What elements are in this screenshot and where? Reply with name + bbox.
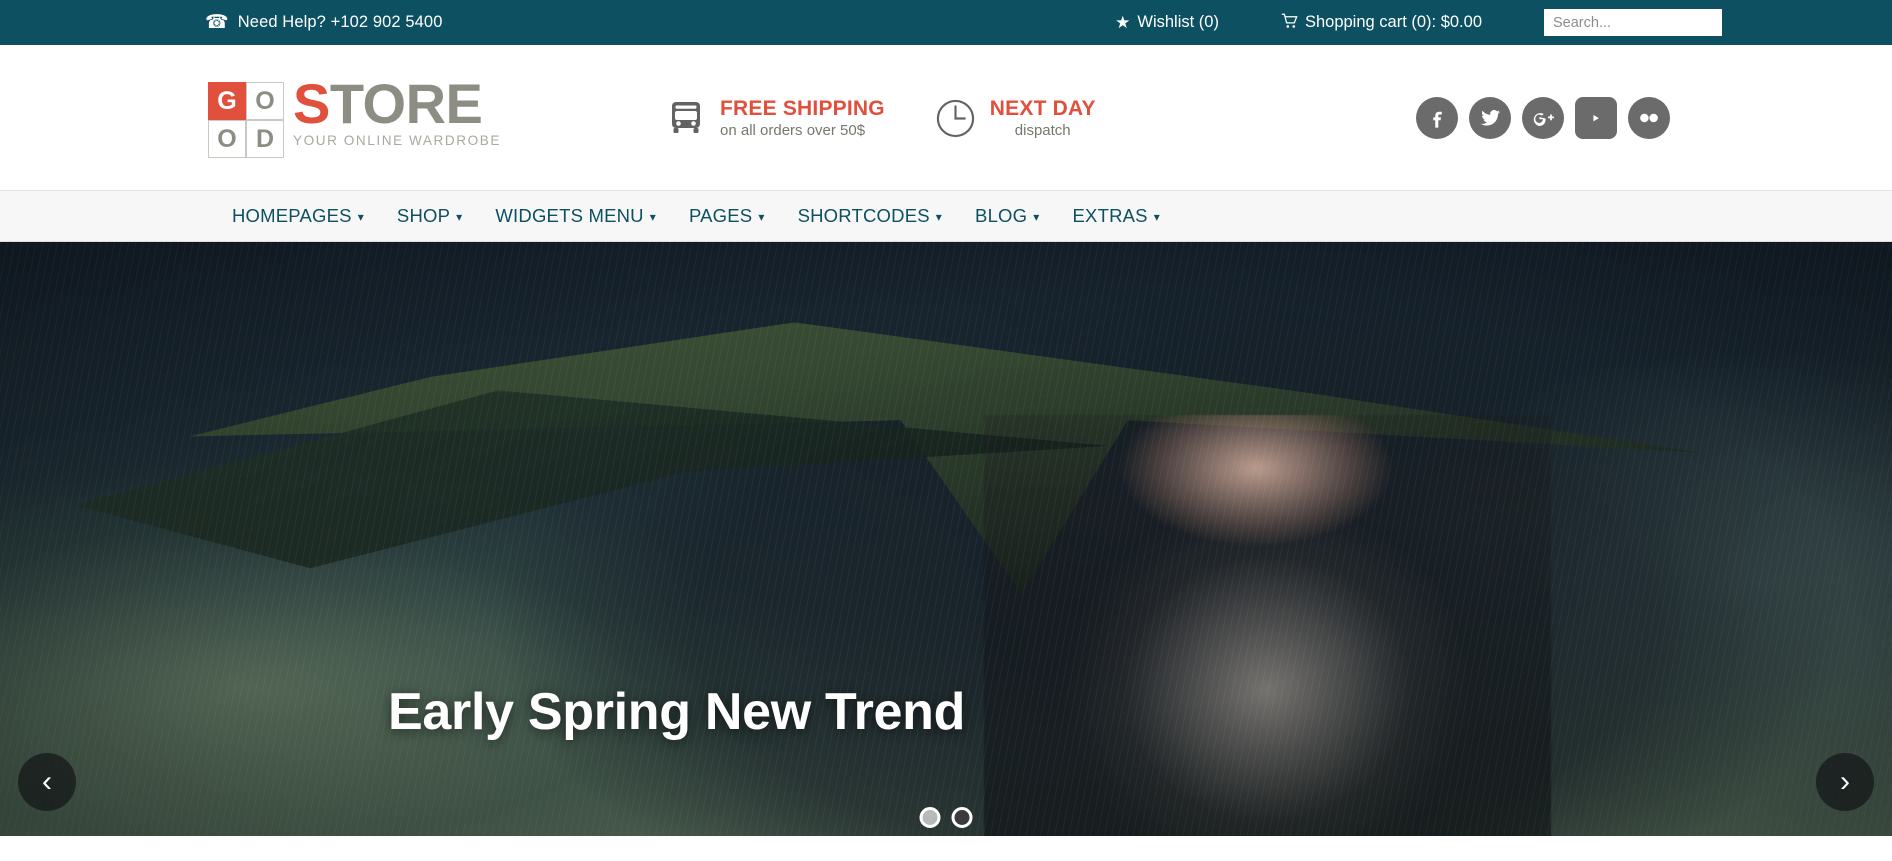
promo-free-shipping: FREE SHIPPING on all orders over 50$	[666, 97, 885, 139]
hero-bottom-strip	[0, 836, 1892, 860]
nav-item-shop[interactable]: SHOP ▾	[397, 205, 462, 227]
social-links	[1416, 96, 1670, 139]
nav-item-pages-label: PAGES	[688, 205, 753, 226]
logo-cell-d: D	[246, 120, 284, 158]
nav-item-blog-label: BLOG	[975, 205, 1028, 226]
phone-icon: ☎	[205, 12, 229, 33]
hero-next-button[interactable]: ›	[1816, 753, 1874, 811]
chevron-down-icon: ▾	[357, 210, 364, 224]
top-bar-inner: ☎ Need Help? +102 902 5400 ★ Wishlist (0…	[0, 9, 1892, 36]
nav-item-shortcodes[interactable]: SHORTCODES ▾	[798, 205, 942, 227]
hero-slide-image	[0, 242, 1892, 860]
hero-slider: Early Spring New Trend ‹ ›	[0, 242, 1892, 860]
chevron-down-icon: ▾	[758, 210, 765, 224]
hero-pagination	[919, 807, 973, 828]
shopping-cart-label: Shopping cart (0): $0.00	[1304, 13, 1482, 31]
help-phone: ☎ Need Help? +102 902 5400	[205, 13, 442, 32]
truck-icon	[666, 99, 706, 137]
flickr-link[interactable]	[1628, 96, 1670, 139]
logo-tagline: YOUR ONLINE WARDROBE	[293, 132, 501, 148]
youtube-icon	[1593, 114, 1599, 121]
nav-item-shortcodes-label: SHORTCODES	[797, 205, 930, 226]
nav-item-blog[interactable]: BLOG ▾	[975, 205, 1039, 227]
google-plus-icon	[1533, 112, 1554, 126]
nav-item-shop-label: SHOP	[396, 205, 451, 226]
logo-cell-o1: O	[246, 82, 284, 120]
nav-item-widgets-menu[interactable]: WIDGETS MENU ▾	[495, 205, 656, 227]
promo-free-shipping-title: FREE SHIPPING	[720, 97, 885, 121]
wishlist-label: Wishlist (0)	[1137, 13, 1219, 31]
promo-next-day-title: NEXT DAY	[989, 97, 1096, 121]
hero-bg-vignette	[0, 242, 1892, 860]
top-bar-right: ★ Wishlist (0) Shopping cart (0): $0.00	[1115, 9, 1755, 36]
twitter-icon	[1480, 110, 1500, 126]
promo-next-day-subtitle: dispatch	[1014, 122, 1071, 140]
nav-item-pages[interactable]: PAGES ▾	[689, 205, 765, 227]
search-input[interactable]	[1553, 14, 1740, 31]
chevron-down-icon: ▾	[1033, 210, 1040, 224]
chevron-down-icon: ▾	[1153, 210, 1160, 224]
shopping-cart-icon	[1281, 13, 1298, 32]
facebook-icon	[1433, 111, 1442, 128]
flickr-icon	[1640, 113, 1658, 122]
logo-word: STORE	[293, 76, 501, 132]
chevron-left-icon: ‹	[42, 765, 52, 798]
main-navigation-list: HOMEPAGES ▾ SHOP ▾ WIDGETS MENU ▾ PAGES …	[232, 205, 1193, 227]
promo-free-shipping-text: FREE SHIPPING on all orders over 50$	[720, 97, 885, 139]
logo-cell-o2: O	[208, 120, 246, 158]
hero-dot-1[interactable]	[919, 807, 941, 828]
hero-dot-2[interactable]	[951, 807, 973, 828]
help-phone-label: Need Help? +102 902 5400	[237, 13, 443, 31]
wishlist-link[interactable]: ★ Wishlist (0)	[1115, 13, 1219, 32]
nav-item-extras-label: EXTRAS	[1072, 205, 1148, 226]
facebook-link[interactable]	[1416, 96, 1458, 139]
nav-item-widgets-menu-label: WIDGETS MENU	[495, 205, 644, 226]
promo-next-day: NEXT DAY dispatch	[935, 97, 1096, 139]
hero-prev-button[interactable]: ‹	[18, 753, 76, 811]
star-icon: ★	[1115, 13, 1131, 32]
nav-item-homepages-label: HOMEPAGES	[232, 205, 352, 226]
chevron-right-icon: ›	[1840, 765, 1850, 798]
logo-letter-grid: G O O D	[208, 82, 284, 158]
hero-caption: Early Spring New Trend	[388, 683, 966, 741]
logo-wordmark: STORE YOUR ONLINE WARDROBE	[293, 76, 501, 148]
search-button[interactable]	[1740, 15, 1755, 30]
site-header: G O O D STORE YOUR ONLINE WARDROBE FREE …	[0, 45, 1892, 190]
chevron-down-icon: ▾	[456, 210, 463, 224]
twitter-link[interactable]	[1469, 96, 1511, 139]
logo-word-rest: TORE	[329, 72, 483, 135]
header-promos: FREE SHIPPING on all orders over 50$ NEX…	[666, 97, 1096, 139]
google-plus-link[interactable]	[1522, 96, 1564, 139]
main-navigation: HOMEPAGES ▾ SHOP ▾ WIDGETS MENU ▾ PAGES …	[0, 190, 1892, 242]
nav-item-homepages[interactable]: HOMEPAGES ▾	[232, 205, 364, 227]
shopping-cart-link[interactable]: Shopping cart (0): $0.00	[1281, 13, 1482, 32]
clock-icon	[935, 98, 976, 139]
logo-word-first: S	[293, 72, 330, 135]
nav-item-extras[interactable]: EXTRAS ▾	[1072, 205, 1159, 227]
site-logo[interactable]: G O O D STORE YOUR ONLINE WARDROBE	[208, 76, 501, 158]
logo-cell-g: G	[208, 82, 246, 120]
chevron-down-icon: ▾	[649, 210, 656, 224]
top-bar: ☎ Need Help? +102 902 5400 ★ Wishlist (0…	[0, 0, 1892, 45]
promo-free-shipping-subtitle: on all orders over 50$	[720, 122, 866, 140]
search-icon	[1741, 16, 1755, 30]
search-box[interactable]	[1544, 9, 1755, 36]
promo-next-day-text: NEXT DAY dispatch	[990, 97, 1096, 139]
youtube-link[interactable]	[1575, 96, 1617, 139]
chevron-down-icon: ▾	[935, 210, 943, 224]
